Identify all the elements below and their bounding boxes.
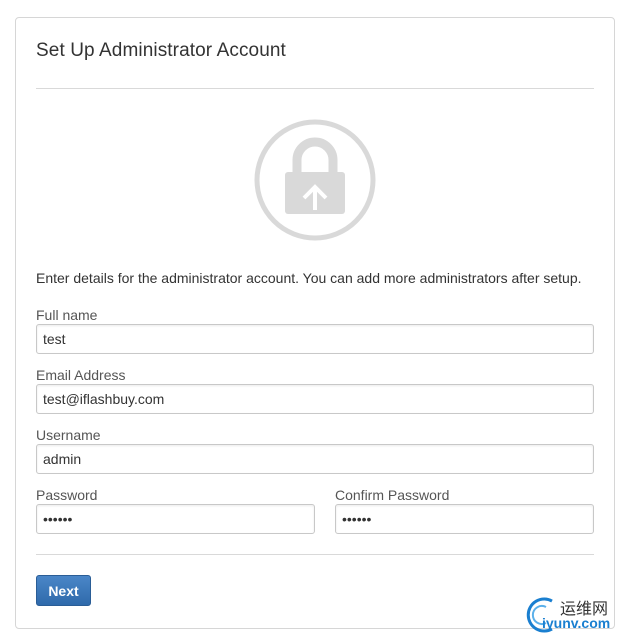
confirm-password-label: Confirm Password [335,487,450,503]
setup-panel: Set Up Administrator Account Enter detai… [15,17,615,629]
title-divider [36,88,594,89]
fullname-input[interactable] [36,324,594,354]
watermark-line2: iyunv.com [542,615,611,631]
next-button[interactable]: Next [36,575,91,606]
email-label: Email Address [36,367,126,383]
watermark-logo: 运维网 iyunv.com [522,593,626,637]
lock-upload-icon [253,118,377,242]
intro-text: Enter details for the administrator acco… [36,270,582,286]
fullname-label: Full name [36,307,98,323]
username-input[interactable] [36,444,594,474]
form-divider [36,554,594,555]
email-input[interactable] [36,384,594,414]
page-title: Set Up Administrator Account [36,40,286,61]
username-label: Username [36,427,101,443]
password-input[interactable] [36,504,315,534]
confirm-password-input[interactable] [335,504,594,534]
password-label: Password [36,487,98,503]
